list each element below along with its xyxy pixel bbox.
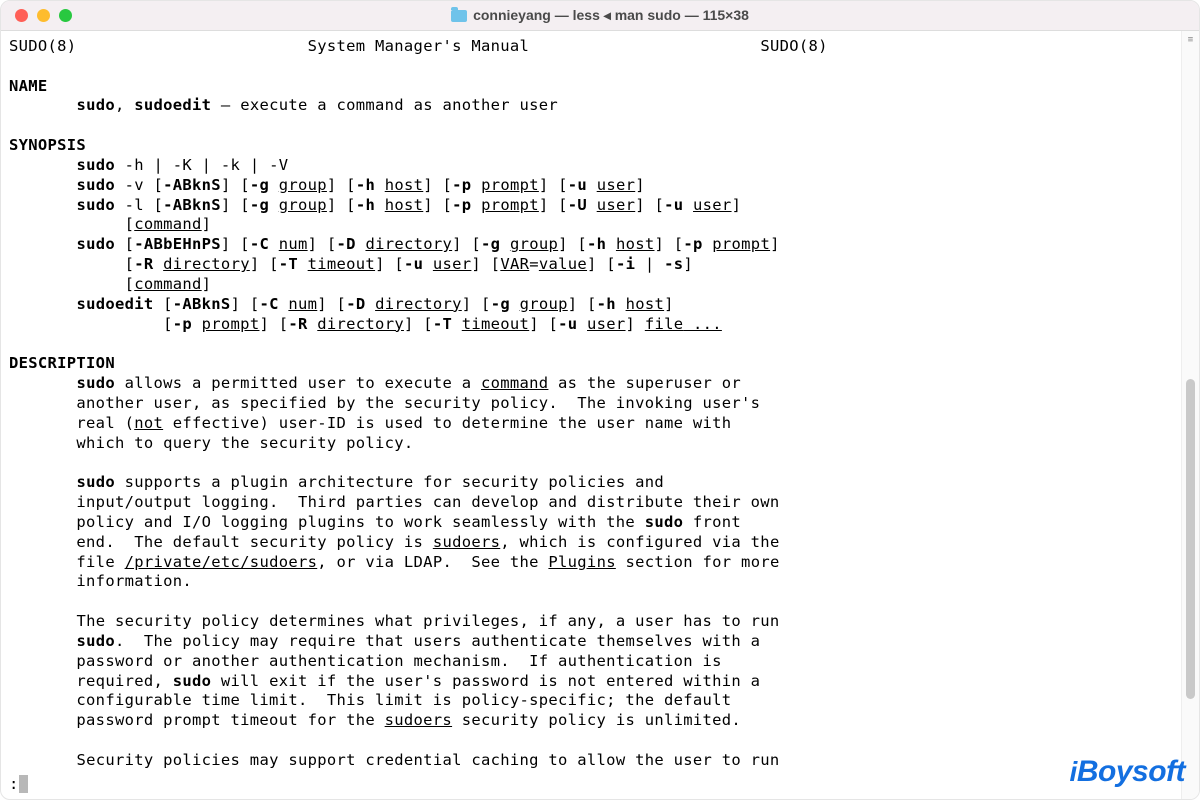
header-right: SUDO(8) bbox=[760, 37, 827, 55]
header-left: SUDO(8) bbox=[9, 37, 76, 55]
terminal-body: SUDO(8) System Manager's Manual SUDO(8) … bbox=[1, 31, 1199, 799]
window-title-text: connieyang — less ◂ man sudo — 115×38 bbox=[473, 7, 749, 24]
terminal-window: connieyang — less ◂ man sudo — 115×38 SU… bbox=[0, 0, 1200, 800]
close-icon[interactable] bbox=[15, 9, 28, 22]
scroll-marker-icon: ≡ bbox=[1186, 35, 1196, 45]
name-cmd-sudoedit: sudoedit bbox=[134, 96, 211, 114]
name-cmd-sudo: sudo bbox=[76, 96, 115, 114]
window-title: connieyang — less ◂ man sudo — 115×38 bbox=[1, 7, 1199, 24]
less-prompt[interactable]: : bbox=[9, 775, 28, 793]
header-center: System Manager's Manual bbox=[308, 37, 530, 55]
cursor-icon bbox=[19, 775, 28, 793]
traffic-lights bbox=[1, 9, 72, 22]
scrollbar-thumb[interactable] bbox=[1186, 379, 1195, 699]
minimize-icon[interactable] bbox=[37, 9, 50, 22]
section-name-heading: NAME bbox=[9, 77, 48, 95]
scrollbar[interactable]: ≡ bbox=[1181, 31, 1199, 799]
folder-icon bbox=[451, 10, 467, 22]
man-page-content[interactable]: SUDO(8) System Manager's Manual SUDO(8) … bbox=[1, 31, 1181, 799]
section-synopsis-heading: SYNOPSIS bbox=[9, 136, 86, 154]
zoom-icon[interactable] bbox=[59, 9, 72, 22]
titlebar[interactable]: connieyang — less ◂ man sudo — 115×38 bbox=[1, 1, 1199, 31]
section-description-heading: DESCRIPTION bbox=[9, 354, 115, 372]
scrollbar-track[interactable] bbox=[1184, 49, 1198, 799]
